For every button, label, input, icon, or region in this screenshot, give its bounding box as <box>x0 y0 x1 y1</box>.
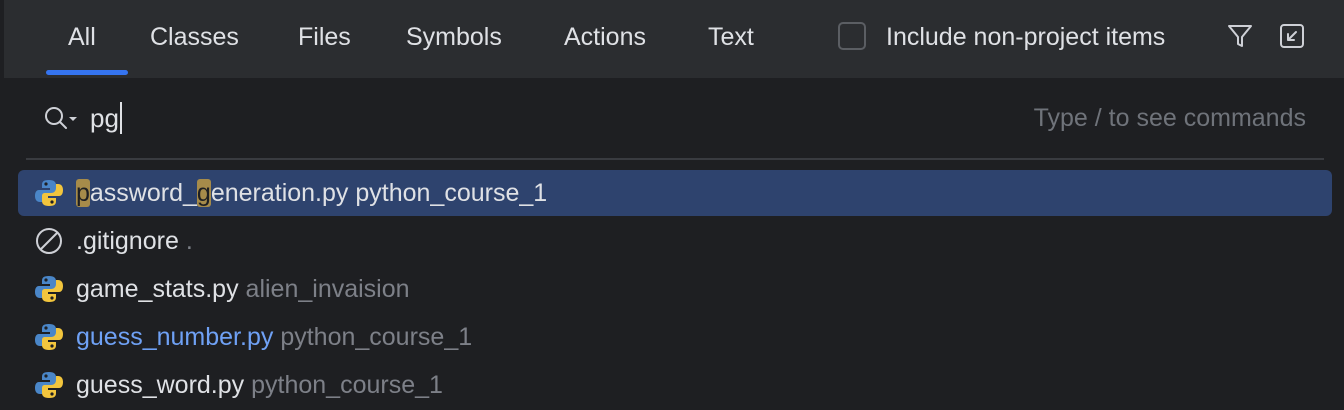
tab-all[interactable]: All <box>68 20 96 54</box>
file-name: guess_number.py <box>76 323 274 351</box>
result-text: .gitignore . <box>76 224 193 258</box>
collapse-popup-icon[interactable] <box>1278 22 1306 50</box>
search-bar: pg Type / to see commands <box>4 78 1344 160</box>
file-name: .gitignore <box>76 227 179 255</box>
search-query: pg <box>90 103 119 133</box>
search-hint: Type / to see commands <box>1033 104 1306 132</box>
tab-bar: All Classes Files Symbols Actions Text I… <box>4 0 1344 78</box>
list-item[interactable]: password_generation.py python_course_1 <box>18 170 1332 216</box>
file-location: python_course_1 <box>251 371 443 399</box>
python-icon <box>34 178 64 208</box>
active-tab-indicator <box>46 70 128 75</box>
python-icon <box>34 322 64 352</box>
text-caret <box>119 102 122 135</box>
name-fragment: eneration.py <box>210 179 349 207</box>
include-non-project-checkbox[interactable] <box>838 22 866 50</box>
python-icon <box>34 274 64 304</box>
list-item[interactable]: guess_word.py python_course_1 <box>18 362 1332 408</box>
file-name: guess_word.py <box>76 371 245 399</box>
tab-classes[interactable]: Classes <box>150 20 239 54</box>
result-text: guess_word.py python_course_1 <box>76 368 443 402</box>
include-non-project-label[interactable]: Include non-project items <box>886 20 1165 54</box>
list-item[interactable]: game_stats.py alien_invaision <box>18 266 1332 312</box>
file-location: python_course_1 <box>355 179 548 207</box>
result-text: guess_number.py python_course_1 <box>76 320 472 354</box>
list-item[interactable]: guess_number.py python_course_1 <box>18 314 1332 360</box>
tab-text[interactable]: Text <box>708 20 754 54</box>
file-location: . <box>185 227 193 255</box>
match-highlight: p <box>76 179 90 207</box>
filter-icon[interactable] <box>1226 22 1254 50</box>
result-text: password_generation.py python_course_1 <box>76 176 547 210</box>
tab-symbols[interactable]: Symbols <box>406 20 502 54</box>
search-icon[interactable] <box>42 104 82 134</box>
list-item[interactable]: .gitignore . <box>18 218 1332 264</box>
file-location: python_course_1 <box>280 323 473 351</box>
file-location: alien_invaision <box>245 275 410 303</box>
search-input[interactable]: pg <box>90 100 122 136</box>
python-icon <box>34 370 64 400</box>
search-everywhere-popup: All Classes Files Symbols Actions Text I… <box>0 0 1344 410</box>
ignored-file-icon <box>34 226 64 256</box>
name-fragment: assword_ <box>89 179 197 207</box>
file-name: password_generation.py <box>76 179 348 207</box>
results-list: password_generation.py python_course_1 .… <box>4 160 1344 410</box>
file-name: game_stats.py <box>76 275 239 303</box>
result-text: game_stats.py alien_invaision <box>76 272 410 306</box>
tab-files[interactable]: Files <box>298 20 351 54</box>
match-highlight: g <box>196 179 211 207</box>
tab-actions[interactable]: Actions <box>564 20 646 54</box>
